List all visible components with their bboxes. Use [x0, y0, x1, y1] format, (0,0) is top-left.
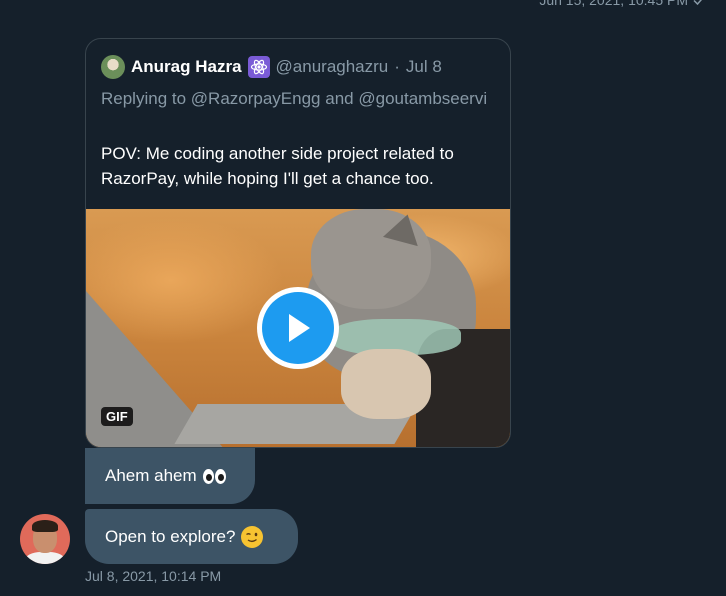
- message-timestamp: Jul 8, 2021, 10:14 PM: [85, 568, 222, 584]
- tweet-gif-media[interactable]: GIF: [86, 209, 510, 447]
- gif-arm: [341, 349, 431, 419]
- tweet-author-avatar[interactable]: [101, 55, 125, 79]
- play-icon: [262, 292, 334, 364]
- tweet-date[interactable]: Jul 8: [406, 57, 442, 77]
- avatar-hair: [32, 520, 58, 532]
- header-separator: ·: [394, 57, 400, 76]
- replying-to-prefix: Replying to: [101, 89, 187, 108]
- check-icon: [693, 0, 702, 6]
- message-text: Ahem ahem: [105, 466, 197, 485]
- tweet-author-name[interactable]: Anurag Hazra: [131, 57, 242, 77]
- dm-conversation: Jun 15, 2021, 10:45 PM Anurag Hazra @anu…: [0, 0, 726, 596]
- replying-to-and: and: [325, 89, 354, 108]
- sender-avatar[interactable]: [20, 514, 70, 564]
- shared-tweet-card[interactable]: Anurag Hazra @anuraghazru · Jul 8 Replyi…: [85, 38, 511, 448]
- eye-right: [214, 468, 226, 484]
- previous-timestamp-text: Jun 15, 2021, 10:45 PM: [539, 0, 688, 8]
- gif-badge: GIF: [101, 407, 133, 426]
- message-text: Open to explore?: [105, 526, 236, 546]
- message-bubble[interactable]: Open to explore?: [85, 509, 298, 564]
- replying-to-line: Replying to @RazorpayEngg and @goutambse…: [101, 86, 497, 111]
- react-atom-icon: [247, 56, 270, 78]
- eye-left: [202, 468, 214, 484]
- tweet-text: POV: Me coding another side project rela…: [101, 144, 454, 188]
- winking-face-emoji-icon: [241, 525, 264, 548]
- play-button[interactable]: [257, 287, 339, 369]
- tweet-header: Anurag Hazra @anuraghazru · Jul 8: [101, 55, 442, 79]
- eyes-emoji-icon: [202, 468, 226, 484]
- replying-to-user-razorpayengg[interactable]: @RazorpayEngg: [191, 89, 321, 108]
- replying-to-user-goutambseervi[interactable]: @goutambseervi: [358, 89, 487, 108]
- avatar-shirt: [25, 552, 65, 564]
- tweet-author-handle[interactable]: @anuraghazru: [276, 57, 389, 77]
- message-bubble[interactable]: Ahem ahem: [85, 448, 255, 504]
- previous-message-timestamp: Jun 15, 2021, 10:45 PM: [539, 0, 706, 8]
